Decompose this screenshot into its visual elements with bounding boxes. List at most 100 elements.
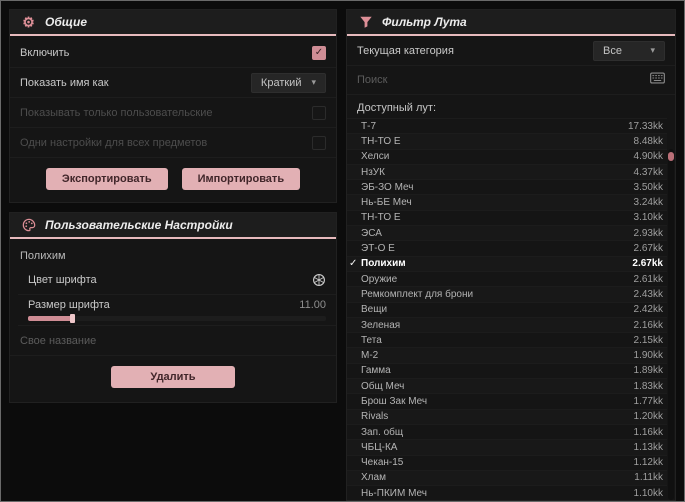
general-panel-body: Включить ✓ Показать имя как Краткий ▾ По…: [10, 36, 336, 202]
loot-item-row[interactable]: ✓Хлам1.11kk: [347, 469, 667, 486]
category-dropdown[interactable]: Все ▾: [593, 40, 665, 61]
show-name-label: Показать имя как: [20, 76, 109, 89]
same-settings-checkbox[interactable]: [312, 135, 326, 150]
loot-item-row[interactable]: ✓Т-717.33kk: [347, 118, 667, 133]
delete-row: Удалить: [10, 356, 336, 394]
loot-item-name: Вещи: [361, 304, 388, 316]
enable-checkbox[interactable]: ✓: [312, 45, 326, 60]
loot-filter-panel-header: Фильтр Лута: [347, 10, 675, 36]
loot-filter-panel: Фильтр Лута Текущая категория Все ▾ Поис…: [346, 9, 676, 502]
delete-button[interactable]: Удалить: [111, 366, 235, 388]
loot-item-name: Зап. общ: [361, 426, 404, 438]
font-size-slider-handle[interactable]: [69, 314, 75, 323]
export-import-row: Экспортировать Импортировать: [10, 158, 336, 194]
loot-item-row[interactable]: ✓Зап. общ1.16kk: [347, 423, 667, 439]
loot-item-value: 2.15kk: [633, 334, 663, 346]
enable-row: Включить ✓: [10, 38, 336, 68]
same-settings-label: Одни настройки для всех предметов: [20, 136, 208, 149]
loot-item-row[interactable]: ✓Вещи2.42kk: [347, 301, 667, 317]
loot-item-value: 2.16kk: [633, 319, 663, 331]
loot-item-row[interactable]: ✓Общ Меч1.83kk: [347, 378, 667, 394]
enable-label: Включить: [20, 46, 70, 59]
loot-item-name: ЧБЦ-КА: [361, 441, 398, 453]
selected-item-name: Полихим: [20, 250, 66, 262]
loot-item-name: ТН-ТО Е: [361, 212, 401, 224]
loot-item-value: 3.24kk: [633, 197, 663, 209]
keyboard-icon[interactable]: [650, 71, 665, 89]
loot-item-row[interactable]: ✓ Полихим 2.67kk: [347, 255, 667, 271]
loot-item-row[interactable]: ✓ЭСА2.93kk: [347, 225, 667, 241]
loot-item-name: Нь-ПКИМ Меч: [361, 487, 427, 499]
loot-item-row[interactable]: ✓Нь-ПКИМ Меч1.10kk: [347, 485, 667, 500]
loot-item-name: Гамма: [361, 365, 391, 377]
import-button[interactable]: Импортировать: [181, 168, 301, 190]
export-button[interactable]: Экспортировать: [45, 168, 168, 190]
funnel-icon: [358, 15, 373, 30]
loot-item-value: 4.90kk: [633, 151, 663, 163]
loot-item-value: 8.48kk: [633, 135, 663, 147]
show-name-dropdown-value: Краткий: [260, 76, 302, 89]
loot-item-value: 1.10kk: [633, 487, 663, 499]
loot-list-scrollbar-thumb[interactable]: [668, 152, 674, 161]
loot-item-row[interactable]: ✓НзУК4.37kk: [347, 163, 667, 180]
loot-item-value: 1.13kk: [633, 441, 663, 453]
loot-list: ✓Т-717.33kk✓ТН-ТО Е8.48kk✓Хелси4.90kk✓Нз…: [347, 118, 667, 500]
loot-item-row[interactable]: ✓Гамма1.89kk: [347, 362, 667, 378]
search-input[interactable]: [357, 74, 650, 86]
loot-item-name: Чекан-15: [361, 457, 404, 469]
show-name-row: Показать имя как Краткий ▾: [10, 68, 336, 98]
custom-name-row: [10, 326, 336, 356]
loot-list-scrollbar[interactable]: [668, 149, 674, 501]
loot-item-row[interactable]: ✓ЭБ-ЗО Меч3.50kk: [347, 179, 667, 194]
loot-item-row[interactable]: ✓Оружие2.61kk: [347, 270, 667, 286]
loot-item-name: Хлам: [361, 472, 386, 484]
loot-item-value: 2.43kk: [633, 288, 663, 300]
only-custom-row: Показывать только пользовательские: [10, 98, 336, 128]
loot-item-name: Ремкомплект для брони: [361, 288, 474, 300]
loot-item-name: Оружие: [361, 273, 398, 285]
loot-item-value: 1.90kk: [633, 350, 663, 362]
loot-item-row[interactable]: ✓Тета2.15kk: [347, 332, 667, 347]
loot-item-row[interactable]: ✓Нь-БЕ Меч3.24kk: [347, 194, 667, 210]
general-panel-title: Общие: [45, 15, 87, 29]
font-size-cell: Размер шрифта 11.00: [28, 299, 326, 323]
loot-item-name: Брош Зак Меч: [361, 395, 428, 407]
loot-item-name: Т-7: [361, 120, 376, 132]
loot-item-value: 3.50kk: [633, 181, 663, 193]
same-settings-row: Одни настройки для всех предметов: [10, 128, 336, 158]
loot-item-name: ЭСА: [361, 227, 382, 239]
loot-item-name: ТН-ТО Е: [361, 135, 401, 147]
show-name-dropdown[interactable]: Краткий ▾: [250, 72, 326, 93]
loot-filter-panel-title: Фильтр Лута: [382, 15, 467, 29]
loot-item-row[interactable]: ✓Ремкомплект для брони2.43kk: [347, 286, 667, 302]
available-loot-label: Доступный лут:: [357, 102, 437, 114]
loot-item-row[interactable]: ✓Rivals1.20kk: [347, 408, 667, 424]
custom-name-input[interactable]: [20, 334, 326, 347]
loot-filter-body: Текущая категория Все ▾ Дост: [347, 36, 675, 501]
loot-item-row[interactable]: ✓Зеленая2.16kk: [347, 316, 667, 333]
loot-item-name: М-2: [361, 350, 379, 362]
loot-item-row[interactable]: ✓Хелси4.90kk: [347, 148, 667, 164]
loot-item-name: Нь-БЕ Меч: [361, 197, 412, 209]
loot-item-value: 3.10kk: [633, 212, 663, 224]
category-label: Текущая категория: [357, 44, 454, 57]
category-row: Текущая категория Все ▾: [347, 36, 675, 66]
color-palette-icon[interactable]: [312, 273, 326, 287]
right-column: Фильтр Лута Текущая категория Все ▾ Поис…: [346, 9, 676, 502]
check-icon: ✓: [349, 257, 358, 269]
general-panel: ⚙ Общие Включить ✓ Показать имя как Крат…: [9, 9, 337, 203]
loot-item-row[interactable]: ✓ЭТ-О Е2.67kk: [347, 240, 667, 255]
loot-item-row[interactable]: ✓Чекан-151.12kk: [347, 454, 667, 470]
loot-item-row[interactable]: ✓Брош Зак Меч1.77kk: [347, 393, 667, 408]
loot-item-value: 2.67kk: [633, 243, 663, 255]
font-size-slider[interactable]: [28, 314, 326, 323]
loot-item-row[interactable]: ✓ЧБЦ-КА1.13kk: [347, 439, 667, 455]
loot-item-row[interactable]: ✓ТН-ТО Е3.10kk: [347, 209, 667, 225]
loot-item-row[interactable]: ✓М-21.90kk: [347, 347, 667, 363]
loot-filter-settings-window: ⚙ Общие Включить ✓ Показать имя как Крат…: [0, 0, 685, 502]
gear-icon: ⚙: [22, 13, 35, 30]
font-color-row: Цвет шрифта: [18, 265, 336, 295]
loot-item-value: 17.33kk: [627, 120, 663, 132]
loot-item-row[interactable]: ✓ТН-ТО Е8.48kk: [347, 133, 667, 149]
only-custom-checkbox[interactable]: [312, 105, 326, 120]
